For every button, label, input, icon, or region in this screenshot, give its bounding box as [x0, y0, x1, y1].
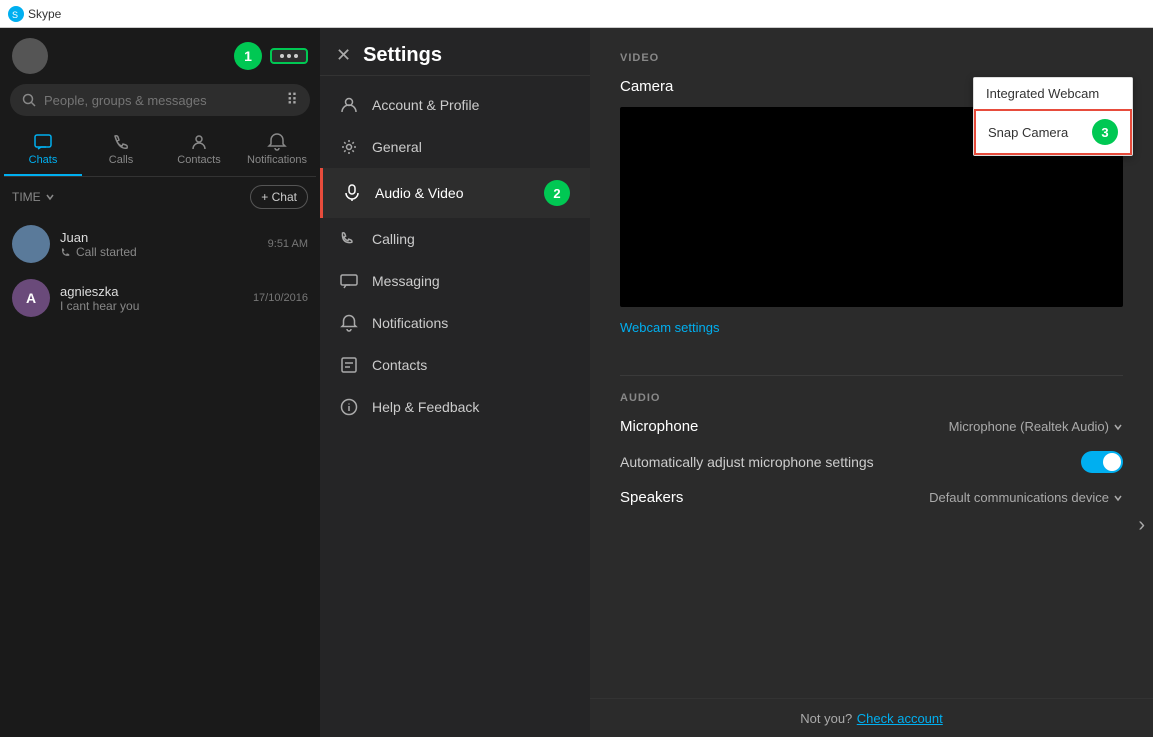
mic-icon [343, 184, 361, 202]
chevron-down-icon [1113, 422, 1123, 432]
toggle-thumb [1103, 453, 1121, 471]
time-filter[interactable]: TIME [12, 190, 55, 204]
speakers-label: Speakers [620, 489, 683, 506]
sidebar: 1 ⠿ Chats [0, 28, 320, 737]
audio-section: AUDIO Microphone Microphone (Realtek Aud… [620, 392, 1123, 506]
dropdown-item-snap[interactable]: Snap Camera 3 [974, 109, 1132, 155]
skype-icon: S [8, 6, 24, 22]
step-badge-1: 1 [234, 42, 262, 70]
chat-item-juan[interactable]: Juan Call started 9:51 AM [0, 217, 320, 271]
chat-info-agnieszka: agnieszka I cant hear you [60, 284, 243, 313]
settings-item-calling[interactable]: Calling [320, 218, 590, 260]
microphone-label: Microphone [620, 418, 698, 435]
auto-adjust-toggle[interactable] [1081, 451, 1123, 473]
chat-info-juan: Juan Call started [60, 230, 258, 259]
settings-menu: Account & Profile General Audio & Video … [320, 76, 590, 737]
not-you-text: Not you? [800, 711, 852, 726]
chat-preview: I cant hear you [60, 299, 243, 313]
apps-icon[interactable]: ⠿ [286, 90, 298, 110]
main-content: VIDEO Camera Integrated Webcam Integrate… [590, 28, 1153, 737]
tab-chats[interactable]: Chats [4, 124, 82, 176]
speakers-selector[interactable]: Default communications device [929, 490, 1123, 505]
tab-calls[interactable]: Calls [82, 124, 160, 176]
nav-tabs: Chats Calls Contacts Noti [4, 124, 316, 177]
new-chat-button[interactable]: + Chat [250, 185, 308, 209]
camera-label: Camera [620, 78, 673, 95]
message-icon [340, 272, 358, 290]
speakers-row: Speakers Default communications device [620, 489, 1123, 506]
dropdown-item-integrated[interactable]: Integrated Webcam [974, 78, 1132, 109]
avatar-juan [12, 225, 50, 263]
settings-panel: ✕ Settings Account & Profile General [320, 28, 590, 737]
gear-icon [340, 138, 358, 156]
auto-adjust-row: Automatically adjust microphone settings [620, 451, 1123, 473]
search-input[interactable] [44, 93, 278, 108]
settings-item-notifications[interactable]: Notifications [320, 302, 590, 344]
dot1 [280, 54, 284, 58]
chat-time: 9:51 AM [268, 238, 308, 250]
audio-section-label: AUDIO [620, 392, 1123, 404]
microphone-selector[interactable]: Microphone (Realtek Audio) [949, 419, 1123, 434]
chevron-down-icon [45, 192, 55, 202]
bell-icon [340, 314, 358, 332]
info-icon [340, 398, 358, 416]
chevron-down-icon [1113, 493, 1123, 503]
phone-icon [340, 230, 358, 248]
dot2 [287, 54, 291, 58]
app-title: Skype [28, 7, 61, 21]
contacts-icon [340, 356, 358, 374]
tab-notifications[interactable]: Notifications [238, 124, 316, 176]
chat-name: agnieszka [60, 284, 243, 299]
chevron-right-icon[interactable]: › [1138, 514, 1145, 537]
search-bar: ⠿ [10, 84, 310, 116]
settings-item-audio-video[interactable]: Audio & Video 2 [320, 168, 590, 218]
settings-item-general[interactable]: General [320, 126, 590, 168]
dot3 [294, 54, 298, 58]
step-badge-3: 3 [1092, 119, 1118, 145]
sidebar-top: 1 [0, 28, 320, 84]
search-icon [22, 93, 36, 107]
step-badge-2: 2 [544, 180, 570, 206]
svg-text:S: S [12, 10, 18, 19]
camera-row: Camera Integrated Webcam Integrated Webc… [620, 78, 1123, 95]
tab-contacts[interactable]: Contacts [160, 124, 238, 176]
settings-content: VIDEO Camera Integrated Webcam Integrate… [590, 28, 1153, 698]
camera-dropdown: Integrated Webcam Snap Camera 3 [973, 77, 1133, 156]
close-button[interactable]: ✕ [336, 45, 351, 66]
settings-item-help[interactable]: Help & Feedback [320, 386, 590, 428]
settings-header: ✕ Settings [320, 28, 590, 76]
microphone-row: Microphone Microphone (Realtek Audio) [620, 418, 1123, 435]
camera-selector[interactable]: Integrated Webcam Integrated Webcam Snap… [1010, 79, 1123, 94]
person-icon [340, 96, 358, 114]
footer-bar: Not you? Check account [590, 698, 1153, 737]
video-section: VIDEO Camera Integrated Webcam Integrate… [620, 52, 1123, 355]
avatar-agnieszka: A [12, 279, 50, 317]
call-icon [60, 246, 72, 258]
chat-item-agnieszka[interactable]: A agnieszka I cant hear you 17/10/2016 [0, 271, 320, 325]
more-button[interactable] [270, 48, 308, 64]
settings-item-account[interactable]: Account & Profile [320, 84, 590, 126]
divider [620, 375, 1123, 376]
video-section-label: VIDEO [620, 52, 1123, 64]
check-account-link[interactable]: Check account [857, 711, 943, 726]
webcam-settings-link[interactable]: Webcam settings [620, 320, 719, 335]
chat-preview: Call started [60, 245, 258, 259]
app-logo: S Skype [8, 6, 61, 22]
title-bar: S Skype [0, 0, 1153, 28]
settings-item-messaging[interactable]: Messaging [320, 260, 590, 302]
settings-item-contacts[interactable]: Contacts [320, 344, 590, 386]
chat-name: Juan [60, 230, 258, 245]
chat-list-header: TIME + Chat [0, 177, 320, 217]
chat-time: 17/10/2016 [253, 292, 308, 304]
settings-title: Settings [363, 44, 442, 67]
auto-adjust-label: Automatically adjust microphone settings [620, 454, 874, 470]
user-avatar [12, 38, 48, 74]
